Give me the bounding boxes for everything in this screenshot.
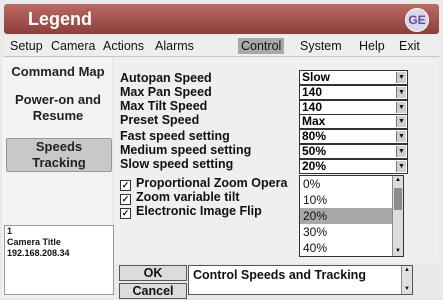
scroll-thumb[interactable] [394,188,402,210]
status-scrollbar[interactable]: ▲ ▼ [401,266,412,294]
preset-speed-select[interactable]: Max ▼ [299,114,408,129]
list-item[interactable]: 0% [300,176,403,192]
ok-button[interactable]: OK [119,265,187,281]
max-pan-speed-select[interactable]: 140 ▼ [299,85,408,100]
select-value: 140 [302,100,323,114]
menu-actions[interactable]: Actions [100,38,147,54]
select-value: 140 [302,85,323,99]
medium-speed-select[interactable]: 50% ▼ [299,144,408,159]
slow-speed-select[interactable]: 20% ▼ [299,159,408,174]
chevron-down-icon[interactable]: ▼ [396,102,406,113]
chevron-down-icon[interactable]: ▼ [396,116,406,127]
select-value: Slow [302,70,331,84]
menu-help[interactable]: Help [356,38,388,54]
sidebar-item-label: Speeds [35,139,83,154]
scroll-down-icon[interactable]: ▼ [402,285,412,294]
checkbox-label: Proportional Zoom Opera [136,176,288,190]
sidebar-item-label: Tracking [32,155,86,170]
camera-number: 1 [7,226,13,236]
menu-bar: Setup Camera Actions Alarms Control Syst… [4,36,439,57]
scroll-down-icon[interactable]: ▼ [393,247,403,256]
select-value: Max [302,114,326,128]
list-item[interactable]: 30% [300,224,403,240]
checkbox-checked-icon[interactable]: ✓ [120,208,131,219]
checkbox-label: Zoom variable tilt [136,190,240,204]
chevron-down-icon[interactable]: ▼ [396,131,406,142]
status-message: Control Speeds and Tracking ▲ ▼ [188,265,413,295]
list-item[interactable]: 10% [300,192,403,208]
list-item-selected[interactable]: 20% [300,208,403,224]
max-pan-speed-label: Max Pan Speed [120,85,212,99]
max-tilt-speed-select[interactable]: 140 ▼ [299,100,408,115]
select-value: 80% [302,129,327,143]
max-tilt-speed-label: Max Tilt Speed [120,99,208,113]
scroll-up-icon[interactable]: ▲ [402,266,412,275]
slow-speed-options-list[interactable]: 0% 10% 20% 30% 40% ▲ ▼ [299,175,404,257]
select-value: 20% [302,159,327,173]
menu-control[interactable]: Control [238,38,285,54]
sidebar-item-label: Resume [32,108,84,123]
fast-speed-select[interactable]: 80% ▼ [299,129,408,144]
sidebar-item-power-on[interactable]: Power-on and Resume [6,92,110,124]
preset-speed-label: Preset Speed [120,113,200,127]
zoom-variable-tilt-checkbox[interactable]: ✓ Zoom variable tilt [120,190,298,205]
chevron-down-icon[interactable]: ▼ [396,87,406,98]
list-item[interactable]: 40% [300,240,403,256]
autopan-speed-select[interactable]: Slow ▼ [299,70,408,85]
menu-system[interactable]: System [297,38,345,54]
autopan-speed-label: Autopan Speed [120,71,212,85]
sidebar-item-command-map[interactable]: Command Map [6,64,110,80]
window-title: Legend [28,9,93,29]
sidebar: Command Map Power-on and Resume Speeds T… [2,58,114,298]
menu-setup[interactable]: Setup [7,38,46,54]
menu-camera[interactable]: Camera [48,38,98,54]
medium-speed-label: Medium speed setting [120,143,252,157]
electronic-image-flip-checkbox[interactable]: ✓ Electronic Image Flip [120,204,298,219]
menu-alarms[interactable]: Alarms [152,38,197,54]
chevron-down-icon[interactable]: ▼ [396,146,406,157]
camera-info-panel: 1 Camera Title 192.168.208.34 [4,225,114,295]
scroll-up-icon[interactable]: ▲ [393,176,403,185]
menu-exit[interactable]: Exit [396,38,423,54]
camera-ip: 192.168.208.34 [7,248,70,258]
sidebar-item-speeds-tracking[interactable]: Speeds Tracking [6,138,112,172]
fast-speed-label: Fast speed setting [120,129,230,143]
slow-speed-label: Slow speed setting [120,157,234,171]
status-text: Control Speeds and Tracking [193,268,366,282]
sidebar-item-label: Power-on and [15,92,101,107]
cancel-button[interactable]: Cancel [119,283,187,299]
chevron-down-icon[interactable]: ▼ [396,161,406,172]
list-scrollbar[interactable]: ▲ ▼ [392,176,403,256]
checkbox-label: Electronic Image Flip [136,204,262,218]
title-bar: Legend GE [4,4,439,34]
chevron-down-icon[interactable]: ▼ [396,72,406,83]
proportional-zoom-checkbox[interactable]: ✓ Proportional Zoom Opera [120,176,298,191]
app-window: Legend GE Setup Camera Actions Alarms Co… [0,0,443,300]
camera-title: Camera Title [7,237,61,247]
select-value: 50% [302,144,327,158]
brand-logo-icon: GE [405,8,429,32]
